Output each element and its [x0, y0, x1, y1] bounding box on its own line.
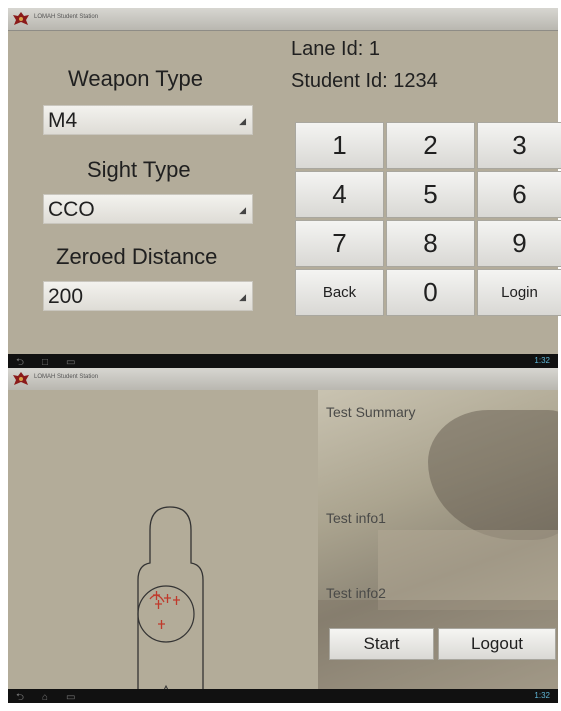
sight-type-value: CCO [48, 198, 95, 221]
dropdown-arrow-icon: ◢ [239, 205, 246, 215]
scoring-ring [137, 585, 195, 643]
zeroed-distance-dropdown[interactable]: 200 ◢ [43, 281, 253, 311]
sight-type-label: Sight Type [87, 157, 191, 182]
keypad-key-5[interactable]: 5 [386, 171, 475, 218]
zeroed-distance-label: Zeroed Distance [56, 244, 218, 269]
weapon-type-label: Weapon Type [68, 66, 203, 91]
keypad-key-1[interactable]: 1 [295, 122, 384, 169]
test-info1-label: Test info1 [326, 510, 386, 526]
keypad-key-7[interactable]: 7 [295, 220, 384, 267]
status-clock: 1:32 [534, 356, 550, 365]
app-logo-icon [13, 12, 29, 25]
app-title: LOMAH Student Station [34, 14, 99, 20]
app-title: LOMAH Student Station [34, 374, 99, 380]
weapon-type-value: M4 [48, 109, 78, 132]
target-panel [8, 390, 318, 693]
sight-type-dropdown[interactable]: CCO ◢ [43, 194, 253, 224]
keypad-key-login[interactable]: Login [477, 269, 561, 316]
keypad-key-2[interactable]: 2 [386, 122, 475, 169]
system-nav-bar: ⮌□▭ 1:32 [8, 354, 558, 368]
dropdown-arrow-icon: ◢ [239, 116, 246, 126]
weapon-type-dropdown[interactable]: M4 ◢ [43, 105, 253, 135]
nav-buttons-icon[interactable]: ⮌⌂▭ [16, 690, 94, 707]
target-screen: LOMAH Student Station Test Summary Test … [8, 368, 558, 703]
numeric-keypad: 1 2 3 4 5 6 7 8 9 Back 0 Login [295, 122, 561, 332]
status-clock: 1:32 [534, 691, 550, 700]
test-summary-label: Test Summary [326, 404, 416, 420]
student-id-label: Student Id: 1234 [291, 70, 438, 92]
title-bar: LOMAH Student Station [8, 368, 558, 391]
dropdown-arrow-icon: ◢ [239, 292, 246, 302]
zeroed-distance-value: 200 [48, 285, 84, 308]
test-info2-label: Test info2 [326, 585, 386, 601]
keypad-key-3[interactable]: 3 [477, 122, 561, 169]
keypad-key-9[interactable]: 9 [477, 220, 561, 267]
start-button[interactable]: Start [329, 628, 434, 660]
keypad-key-0[interactable]: 0 [386, 269, 475, 316]
keypad-key-6[interactable]: 6 [477, 171, 561, 218]
lane-id-label: Lane Id: 1 [291, 38, 380, 60]
keypad-key-8[interactable]: 8 [386, 220, 475, 267]
app-logo-icon [13, 372, 29, 385]
login-screen: LOMAH Student Station Weapon Type M4 ◢ S… [8, 8, 561, 368]
keypad-key-4[interactable]: 4 [295, 171, 384, 218]
system-nav-bar: ⮌⌂▭ 1:32 [8, 689, 558, 703]
hit-marks [149, 591, 180, 629]
keypad-key-back[interactable]: Back [295, 269, 384, 316]
silhouette-target [137, 506, 204, 693]
title-bar: LOMAH Student Station [8, 8, 558, 31]
logout-button[interactable]: Logout [438, 628, 556, 660]
